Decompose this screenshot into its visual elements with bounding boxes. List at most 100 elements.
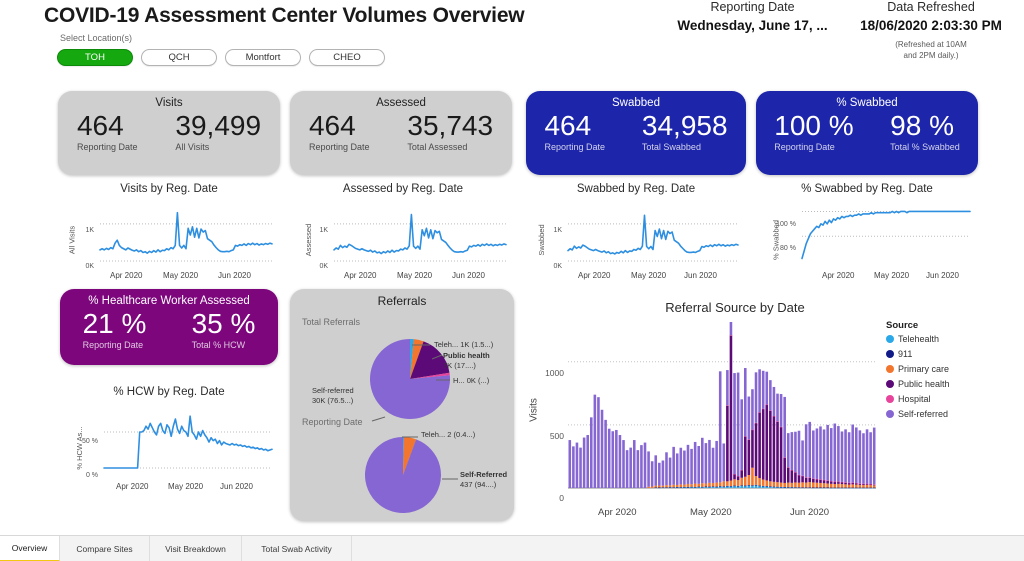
spark-panel-assessed[interactable]: Assessed by Reg. Date Assessed 1K 0K Apr… [292, 183, 514, 280]
spark-xtick-assessed-1: May 2020 [397, 271, 433, 280]
legend-item-telehealth[interactable]: Telehealth [886, 334, 950, 344]
spark-ytick-visits-1: 0K [85, 263, 94, 270]
kpi-card-visits[interactable]: Visits 464 Reporting Date 39,499 All Vis… [58, 91, 280, 175]
kpi-percent-swabbed-reporting-value: 100 % [774, 110, 854, 141]
kpi-swabbed-total-value: 34,958 [641, 110, 728, 141]
spark-ylabel-hcw: % HCW As... [75, 426, 85, 470]
reporting-date-caption: Reporting Date [710, 0, 795, 14]
legend-swatch-hospital-icon [886, 395, 894, 403]
tab-compare-sites[interactable]: Compare Sites [60, 536, 150, 561]
kpi-hcw-reporting-label: Reporting Date [82, 340, 144, 350]
legend-label-primary-care: Primary care [898, 364, 950, 374]
spark-plot-percent-swabbed [801, 210, 971, 260]
legend-item-911[interactable]: 911 [886, 349, 950, 359]
kpi-percent-swabbed-total-value: 98 % [890, 110, 954, 141]
legend-item-public-health[interactable]: Public health [886, 379, 950, 389]
slicer-option-toh[interactable]: TOH [57, 49, 133, 66]
legend-label-telehealth: Telehealth [898, 334, 940, 344]
spark-xtick-percent-swabbed-1: May 2020 [874, 271, 910, 280]
legend-swatch-self-referred-icon [886, 410, 894, 418]
spark-xtick-visits-0: Apr 2020 [110, 271, 143, 280]
legend-swatch-primary-care-icon [886, 365, 894, 373]
referrals-callout-self-referred-value: 30K (76.5...) [312, 396, 354, 405]
kpi-hcw-reporting-value: 21 % [82, 308, 147, 339]
spark-xtick-assessed-2: Jun 2020 [452, 271, 485, 280]
kpi-swabbed-total: 34,958 Total Swabbed [641, 110, 728, 153]
referral-source-ytick-500: 500 [549, 431, 564, 441]
legend-swatch-public-health-icon [886, 380, 894, 388]
referrals-reporting-label: Reporting Date [302, 417, 363, 427]
kpi-card-assessed[interactable]: Assessed 464 Reporting Date 35,743 Total… [290, 91, 512, 175]
referrals-callout-self-referred: Self-referred [312, 386, 354, 395]
referrals-callout-hospital: H... 0K (...) [453, 376, 490, 385]
spark-xtick-percent-swabbed-0: Apr 2020 [822, 271, 855, 280]
spark-title-percent-swabbed: % Swabbed by Reg. Date [801, 183, 933, 195]
legend-item-primary-care[interactable]: Primary care [886, 364, 950, 374]
referral-source-ylabel: Visits [528, 398, 540, 422]
kpi-card-percent-swabbed[interactable]: % Swabbed 100 % Reporting Date 98 % Tota… [756, 91, 978, 175]
reporting-date-block: Reporting Date Wednesday, June 17, ... [660, 0, 845, 33]
spark-ytick-swabbed-1: 0K [553, 263, 562, 270]
spark-xtick-swabbed-1: May 2020 [631, 271, 667, 280]
kpi-assessed-total-label: Total Assessed [407, 142, 468, 152]
kpi-title-swabbed: Swabbed [612, 97, 660, 109]
data-refreshed-value: 18/06/2020 2:03:30 PM [860, 18, 1002, 33]
kpi-card-swabbed[interactable]: Swabbed 464 Reporting Date 34,958 Total … [526, 91, 746, 175]
referrals-panel[interactable]: Referrals Total Referrals Teleh... 1K (1… [290, 289, 514, 521]
reporting-callout-telehealth: Teleh... 2 (0.4...) [421, 430, 476, 439]
referrals-callout-telehealth: Teleh... 1K (1.5...) [434, 340, 494, 349]
refresh-note: (Refreshed at 10AM and 2PM daily.) [838, 40, 1024, 62]
spark-plot-hcw [103, 415, 273, 469]
referral-source-ytick-0: 0 [559, 493, 564, 503]
dashboard-page: COVID-19 Assessment Center Volumes Overv… [0, 0, 1024, 561]
kpi-assessed-total: 35,743 Total Assessed [407, 110, 494, 153]
reporting-callout-self-referred-value: 437 (94....) [460, 480, 497, 489]
spark-title-assessed: Assessed by Reg. Date [342, 183, 464, 195]
slicer-option-montfort[interactable]: Montfort [225, 49, 301, 66]
legend-label-public-health: Public health [898, 379, 950, 389]
refresh-note-line2: and 2PM daily.) [903, 50, 959, 60]
kpi-visits-reporting: 464 Reporting Date [76, 110, 138, 153]
kpi-visits-total-label: All Visits [175, 142, 210, 152]
spark-xtick-assessed-0: Apr 2020 [344, 271, 377, 280]
spark-plot-swabbed [567, 214, 739, 262]
kpi-assessed-reporting: 464 Reporting Date [308, 110, 370, 153]
spark-ytick-hcw-1: 0 % [85, 472, 98, 479]
tab-visit-breakdown[interactable]: Visit Breakdown [150, 536, 242, 561]
kpi-percent-swabbed-reporting-label: Reporting Date [774, 142, 835, 152]
location-slicer[interactable]: TOH QCH Montfort CHEO [57, 49, 385, 66]
kpi-title-visits: Visits [155, 97, 183, 109]
kpi-hcw-total: 35 % Total % HCW [192, 309, 256, 351]
kpi-assessed-reporting-value: 464 [308, 110, 356, 141]
tab-overview[interactable]: Overview [0, 536, 60, 561]
kpi-visits-reporting-value: 464 [76, 110, 124, 141]
kpi-assessed-total-value: 35,743 [407, 110, 494, 141]
spark-plot-visits [99, 211, 273, 262]
legend-item-hospital[interactable]: Hospital [886, 394, 950, 404]
spark-panel-hcw[interactable]: % HCW by Reg. Date % HCW As... 50 % 0 % … [58, 386, 280, 492]
kpi-swabbed-reporting: 464 Reporting Date [544, 111, 605, 153]
slicer-option-qch[interactable]: QCH [141, 49, 217, 66]
referral-source-chart[interactable]: Referral Source by Date Visits 1000 500 … [520, 295, 1024, 525]
spark-panel-swabbed[interactable]: Swabbed by Reg. Date Swabbed 1K 0K Apr 2… [526, 183, 746, 280]
legend-swatch-telehealth-icon [886, 335, 894, 343]
spark-panel-visits[interactable]: Visits by Reg. Date All Visits 1K 0K Apr… [58, 183, 280, 280]
legend-item-self-referred[interactable]: Self-referred [886, 409, 950, 419]
spark-ytick-hcw-0: 50 % [82, 438, 98, 445]
reporting-date-value: Wednesday, June 17, ... [677, 18, 828, 33]
referral-source-xtick-apr: Apr 2020 [598, 507, 637, 518]
referrals-callout-public-health: Public health [443, 351, 490, 360]
slicer-option-cheo[interactable]: CHEO [309, 49, 385, 66]
reporting-callout-self-referred: Self-Referred [460, 470, 508, 479]
spark-plot-assessed [333, 213, 507, 262]
legend-swatch-911-icon [886, 350, 894, 358]
spark-title-visits: Visits by Reg. Date [120, 183, 218, 195]
tab-total-swab-activity[interactable]: Total Swab Activity [242, 536, 352, 561]
report-tab-bar[interactable]: Overview Compare Sites Visit Breakdown T… [0, 535, 1024, 561]
kpi-percent-swabbed-reporting: 100 % Reporting Date [774, 110, 854, 153]
spark-panel-percent-swabbed[interactable]: % Swabbed by Reg. Date % Swabbed 100 % 8… [756, 183, 978, 280]
spark-xtick-hcw-0: Apr 2020 [116, 482, 149, 491]
kpi-card-hcw[interactable]: % Healthcare Worker Assessed 21 % Report… [60, 289, 278, 365]
spark-ytick-assessed-0: 1K [319, 227, 328, 234]
kpi-visits-reporting-label: Reporting Date [76, 142, 138, 152]
